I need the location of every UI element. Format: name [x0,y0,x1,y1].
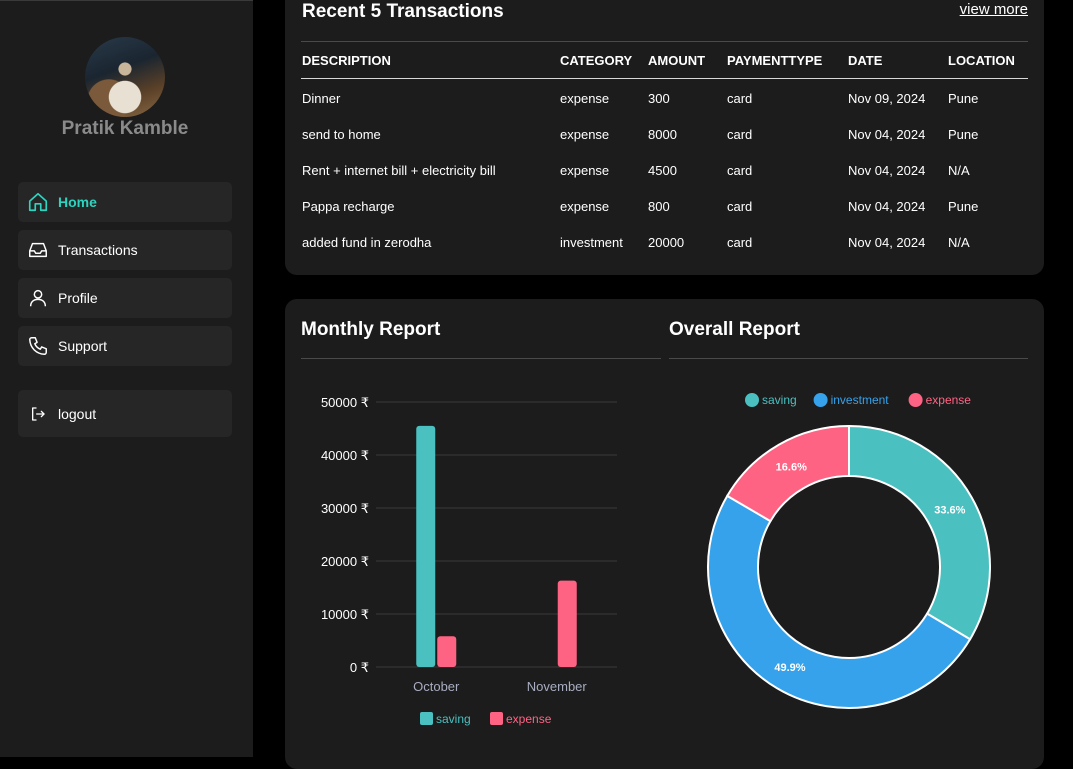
logout-icon [27,403,49,425]
column-header: PAYMENTTYPE [726,41,847,79]
table-cell: card [727,126,753,142]
recent-transactions-card: Recent 5 Transactions view more DESCRIPT… [285,0,1044,275]
inbox-icon [27,239,49,261]
table-row[interactable]: send to home expense 8000 card Nov 04, 2024 P… [301,116,1028,152]
sidebar-item-transactions[interactable]: Transactions [18,230,232,270]
table-header-row: DESCRIPTION CATEGORY AMOUNT PAYMENTTYPE … [301,41,1028,79]
table-cell: Nov 04, 2024 [848,126,926,142]
column-header: CATEGORY [559,41,647,79]
table-cell: added fund in zerodha [302,234,432,250]
view-more-link[interactable]: view more [960,1,1028,18]
transactions-table: DESCRIPTION CATEGORY AMOUNT PAYMENTTYPE … [301,41,1028,260]
legend-label[interactable]: saving [762,393,797,407]
column-header: DATE [847,41,947,79]
column-header: DESCRIPTION [301,41,559,79]
reports-card: Monthly Report Overall Report 0 ₹10000 ₹… [285,299,1044,769]
table-cell: Pune [948,126,979,142]
table-cell: expense [560,90,610,106]
table-cell: send to home [302,126,381,142]
table-cell: Rent + internet bill + electricity bill [302,162,496,178]
table-cell: 300 [648,90,670,106]
legend-label[interactable]: investment [831,393,890,407]
table-cell: 800 [648,198,670,214]
sidebar-item-support[interactable]: Support [18,326,232,366]
table-cell: expense [560,126,610,142]
table-cell: Nov 04, 2024 [848,162,926,178]
table-cell: Pune [948,198,979,214]
table-cell: card [727,198,753,214]
slice-label: 49.9% [774,662,805,674]
slice-label: 33.6% [934,505,965,517]
table-row[interactable]: Dinner expense 300 card Nov 09, 2024 Pune [301,79,1028,117]
table-cell: 20000 [648,234,685,250]
table-row[interactable]: Pappa recharge expense 800 card Nov 04, 2024… [301,188,1028,224]
table-cell: Pune [948,90,979,106]
sidebar-item-label: Home [58,194,97,210]
table-cell: 4500 [648,162,677,178]
sidebar-item-label: Transactions [58,242,138,258]
column-header: AMOUNT [647,41,726,79]
overall-donut-chart: 33.6% 49.9% 16.6% saving investment expense [707,393,991,710]
column-header: LOCATION [947,41,1028,79]
slice-saving[interactable] [848,424,991,641]
sidebar: Pratik Kamble Home Transactions Profile … [0,0,253,757]
legend-label[interactable]: expense [926,393,972,407]
legend-swatch [745,393,759,407]
table-cell: card [727,162,753,178]
sidebar-item-label: Support [58,338,108,354]
logout-button[interactable]: logout [18,390,232,437]
table-cell: Nov 09, 2024 [848,90,926,106]
avatar [85,37,165,117]
table-cell: 8000 [648,126,677,142]
table-cell: Pappa recharge [302,198,395,214]
table-cell: card [727,90,753,106]
legend-swatch [813,393,828,407]
phone-icon [27,335,49,357]
table-cell: N/A [948,234,970,250]
slice-label: 16.6% [776,461,807,473]
legend-swatch [908,393,923,407]
user-icon [27,287,49,309]
table-cell: Nov 04, 2024 [848,198,926,214]
logout-label: logout [58,405,97,422]
sidebar-item-home[interactable]: Home [18,182,232,222]
table-cell: card [727,234,753,250]
table-cell: investment [560,234,623,250]
table-row[interactable]: added fund in zerodha investment 20000 card… [301,224,1028,260]
table-row[interactable]: Rent + internet bill + electricity bill e… [301,152,1028,188]
table-cell: expense [560,198,610,214]
table-cell: N/A [948,162,970,178]
slice-expense[interactable] [725,424,850,523]
sidebar-item-label: Profile [58,290,98,306]
transactions-title: Recent 5 Transactions [302,1,504,22]
home-icon [27,191,49,213]
table-cell: expense [560,162,610,178]
table-cell: Nov 04, 2024 [848,234,926,250]
table-cell: Dinner [302,90,341,106]
sidebar-item-profile[interactable]: Profile [18,278,232,318]
profile-name: Pratik Kamble [61,118,189,139]
